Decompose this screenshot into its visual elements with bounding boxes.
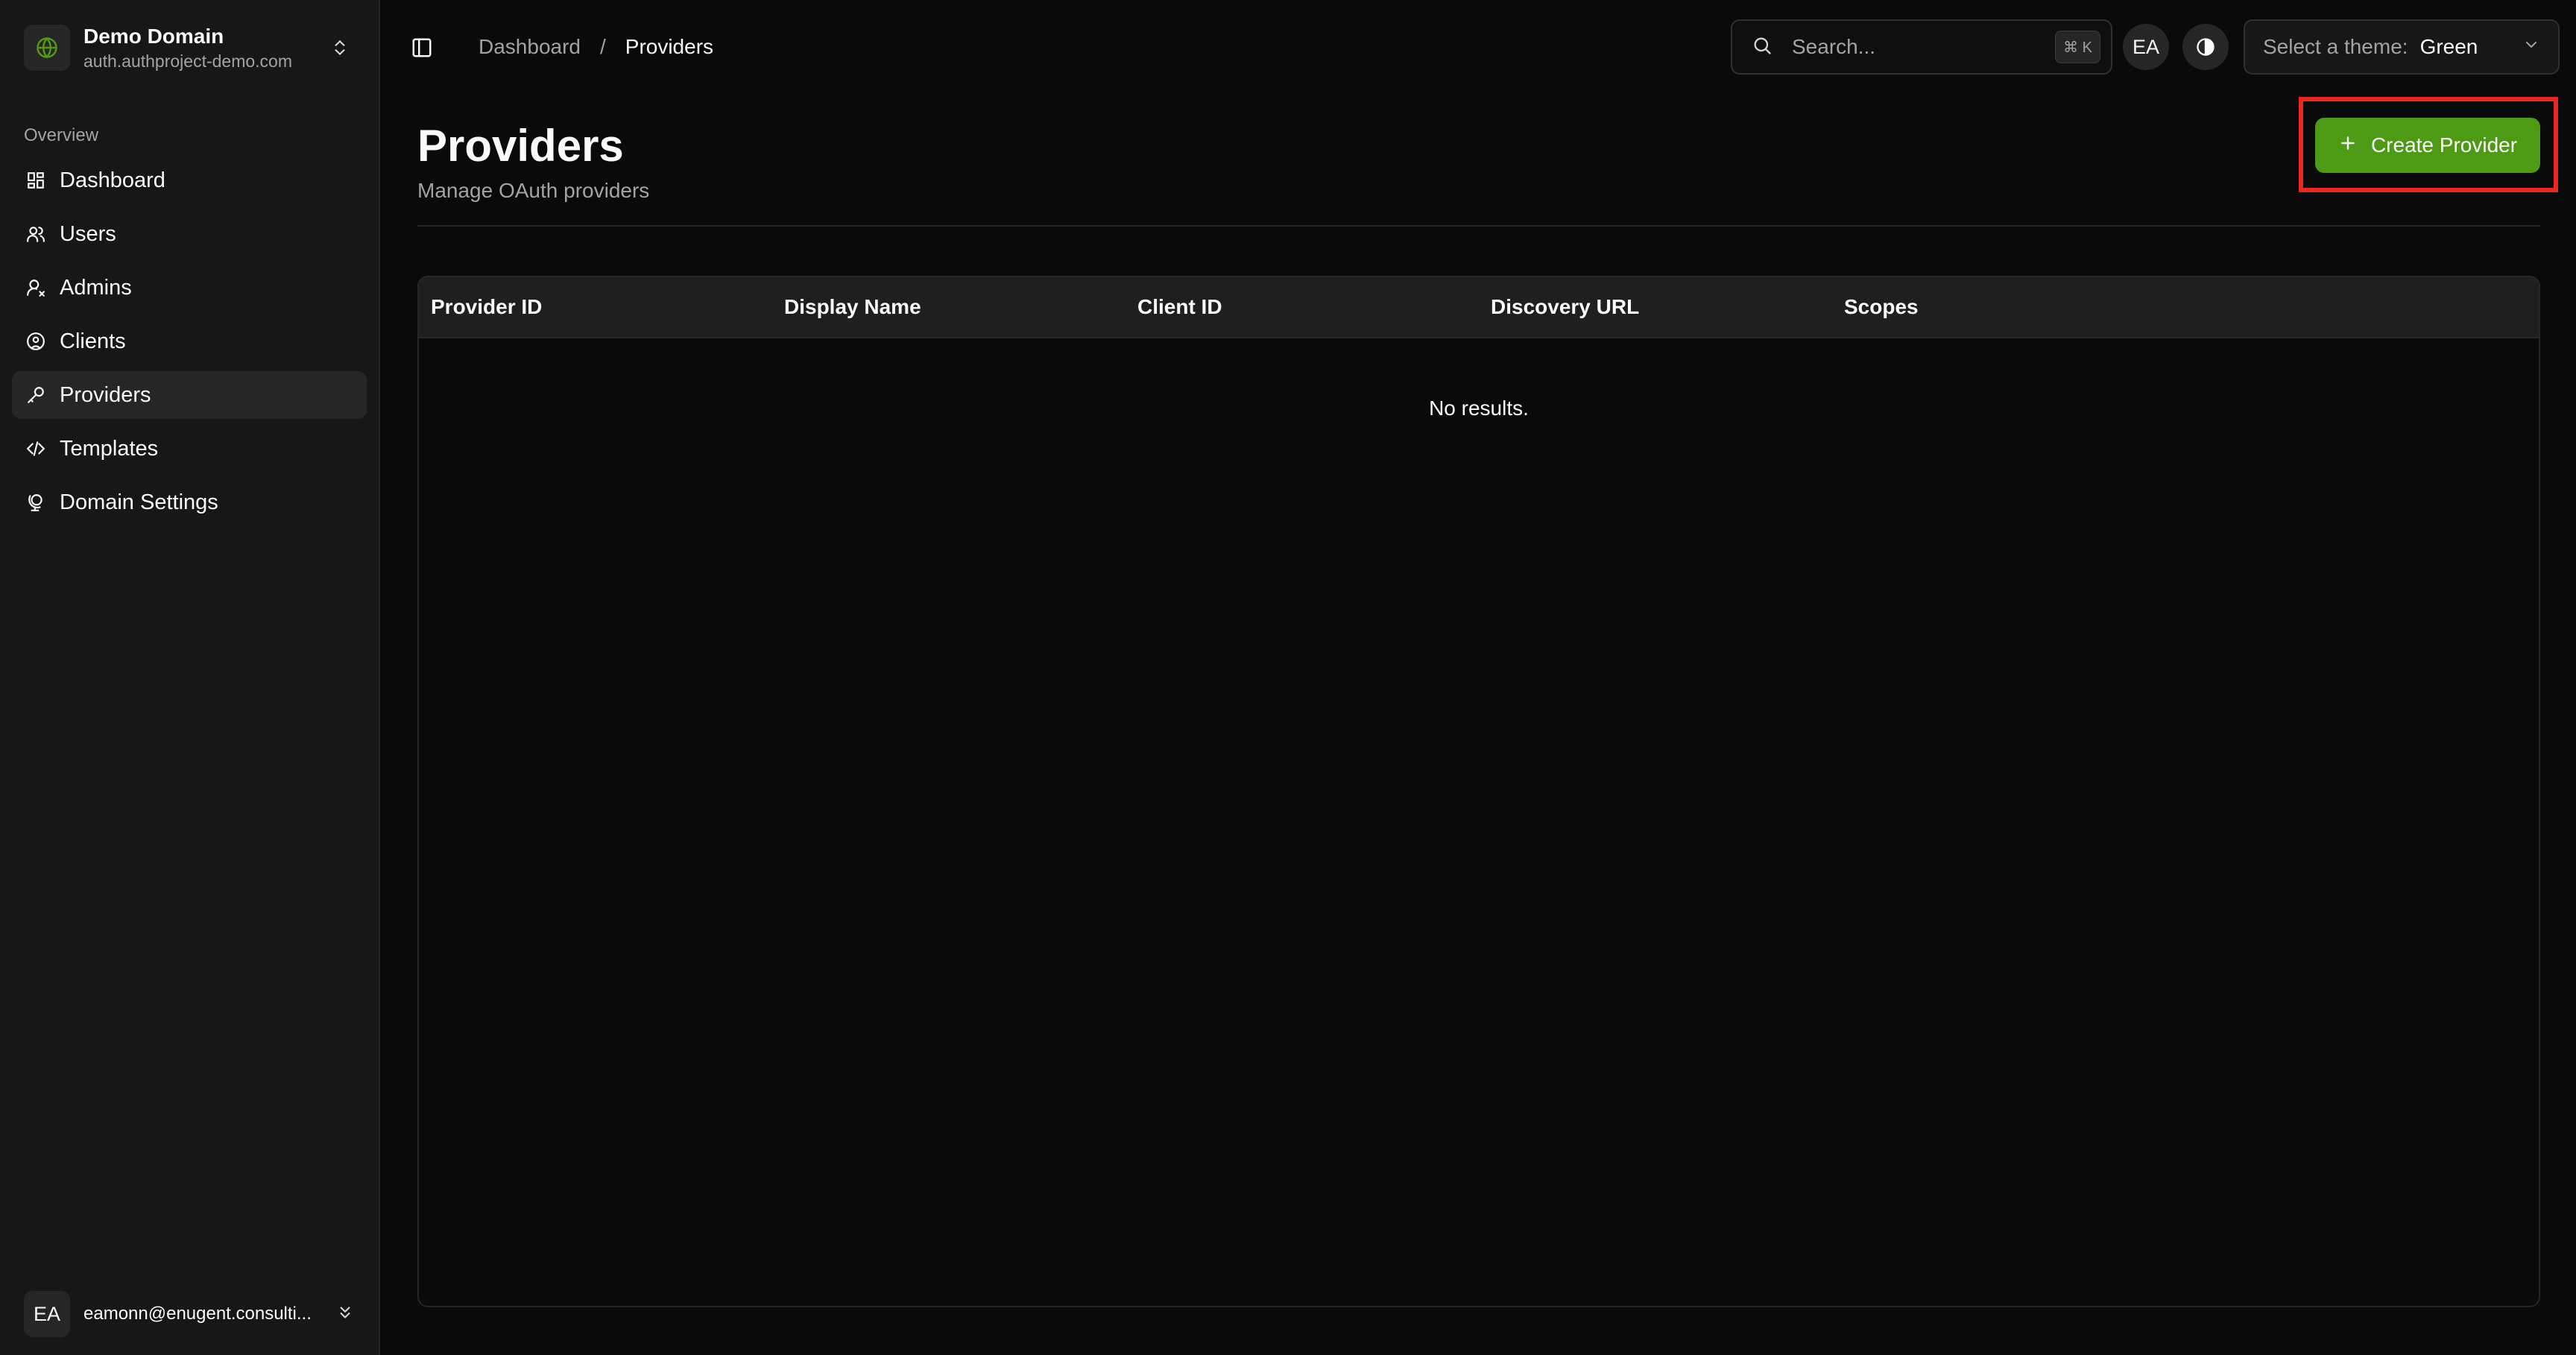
users-icon [24, 222, 48, 246]
sidebar-item-label: Users [60, 221, 116, 246]
sidebar-item-users[interactable]: Users [12, 210, 367, 258]
sidebar-item-label: Admins [60, 275, 132, 300]
column-header-discovery-url: Discovery URL [1491, 295, 1640, 318]
page-subtitle: Manage OAuth providers [417, 179, 650, 202]
empty-state: No results. [1429, 397, 1529, 420]
top-bar: Dashboard / Providers Search... ⌘ K EA S… [380, 0, 2576, 94]
sidebar-item-domain-settings[interactable]: Domain Settings [12, 478, 367, 526]
sidebar-item-admins[interactable]: Admins [12, 264, 367, 312]
sidebar: Demo Domain auth.authproject-demo.com Ov… [0, 0, 380, 1355]
main-content: Dashboard / Providers Search... ⌘ K EA S… [380, 0, 2576, 1355]
create-provider-label: Create Provider [2370, 133, 2518, 157]
chevron-down-icon [2522, 35, 2540, 59]
create-provider-button[interactable]: Create Provider [2315, 118, 2540, 173]
breadcrumb-dashboard[interactable]: Dashboard [479, 35, 581, 59]
table-header: Provider ID Display Name Client ID Disco… [419, 277, 2539, 338]
sidebar-item-label: Templates [60, 436, 159, 461]
sidebar-nav: Dashboard Users Admins Clients Providers… [12, 157, 367, 526]
search-placeholder: Search... [1792, 35, 1876, 58]
globe-icon [24, 25, 70, 71]
breadcrumb-current: Providers [625, 35, 714, 58]
admin-icon [24, 276, 48, 300]
divider [417, 225, 2540, 227]
sidebar-item-providers[interactable]: Providers [12, 371, 367, 419]
theme-select[interactable]: Select a theme: Green [2244, 19, 2560, 75]
key-icon [24, 383, 48, 407]
column-header-client-id: Client ID [1137, 295, 1222, 318]
avatar: EA [24, 1291, 70, 1337]
domain-host: auth.authproject-demo.com [83, 51, 292, 71]
sidebar-item-label: Providers [60, 382, 151, 407]
page-title: Providers [417, 121, 624, 171]
domain-switcher[interactable]: Demo Domain auth.authproject-demo.com [12, 15, 367, 80]
breadcrumb-separator: / [599, 35, 606, 58]
search-icon [1752, 35, 1772, 60]
chevrons-up-down-icon [325, 33, 355, 63]
plus-icon [2338, 133, 2358, 158]
user-email: eamonn@enugent.consulti... [83, 1304, 312, 1324]
user-menu[interactable]: EA eamonn@enugent.consulti... [12, 1286, 367, 1342]
theme-select-label: Select a theme: [2263, 35, 2408, 58]
header-avatar[interactable]: EA [2123, 24, 2169, 70]
page-header: Providers Manage OAuth providers [417, 116, 649, 206]
contrast-icon[interactable] [2182, 24, 2229, 70]
sidebar-item-label: Clients [60, 329, 126, 353]
domain-info: Demo Domain auth.authproject-demo.com [83, 23, 325, 72]
chevrons-down-icon [335, 1303, 355, 1326]
sidebar-item-label: Domain Settings [60, 490, 218, 514]
code-icon [24, 437, 48, 461]
sidebar-item-clients[interactable]: Clients [12, 318, 367, 365]
column-header-provider-id: Provider ID [431, 295, 543, 318]
client-icon [24, 329, 48, 353]
globe-stand-icon [24, 490, 48, 514]
nav-group-label: Overview [24, 125, 99, 145]
breadcrumb: Dashboard / Providers [479, 30, 713, 64]
search-shortcut: ⌘ K [2055, 31, 2100, 63]
column-header-display-name: Display Name [784, 295, 921, 318]
domain-name: Demo Domain [83, 25, 224, 48]
column-header-scopes: Scopes [1844, 295, 1919, 318]
dashboard-icon [24, 168, 48, 192]
sidebar-item-label: Dashboard [60, 168, 165, 192]
sidebar-toggle-icon[interactable] [407, 33, 437, 63]
search-input[interactable]: Search... ⌘ K [1731, 19, 2112, 75]
providers-table: Provider ID Display Name Client ID Disco… [417, 276, 2540, 1307]
sidebar-item-templates[interactable]: Templates [12, 425, 367, 473]
app-root: Demo Domain auth.authproject-demo.com Ov… [0, 0, 2576, 1355]
sidebar-item-dashboard[interactable]: Dashboard [12, 157, 367, 204]
theme-select-value: Green [2419, 35, 2478, 58]
